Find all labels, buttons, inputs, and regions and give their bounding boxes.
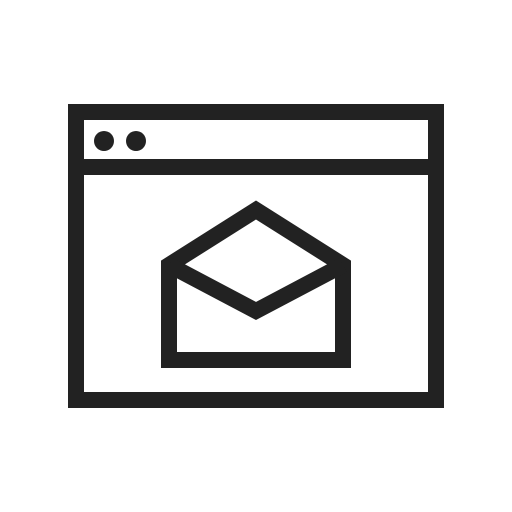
window-dot-icon bbox=[94, 131, 114, 151]
open-envelope-icon bbox=[161, 200, 351, 368]
envelope-fold bbox=[165, 257, 347, 321]
window-dot-icon bbox=[126, 131, 146, 151]
icon-canvas bbox=[0, 0, 512, 512]
browser-window-open-envelope-icon bbox=[68, 104, 444, 408]
